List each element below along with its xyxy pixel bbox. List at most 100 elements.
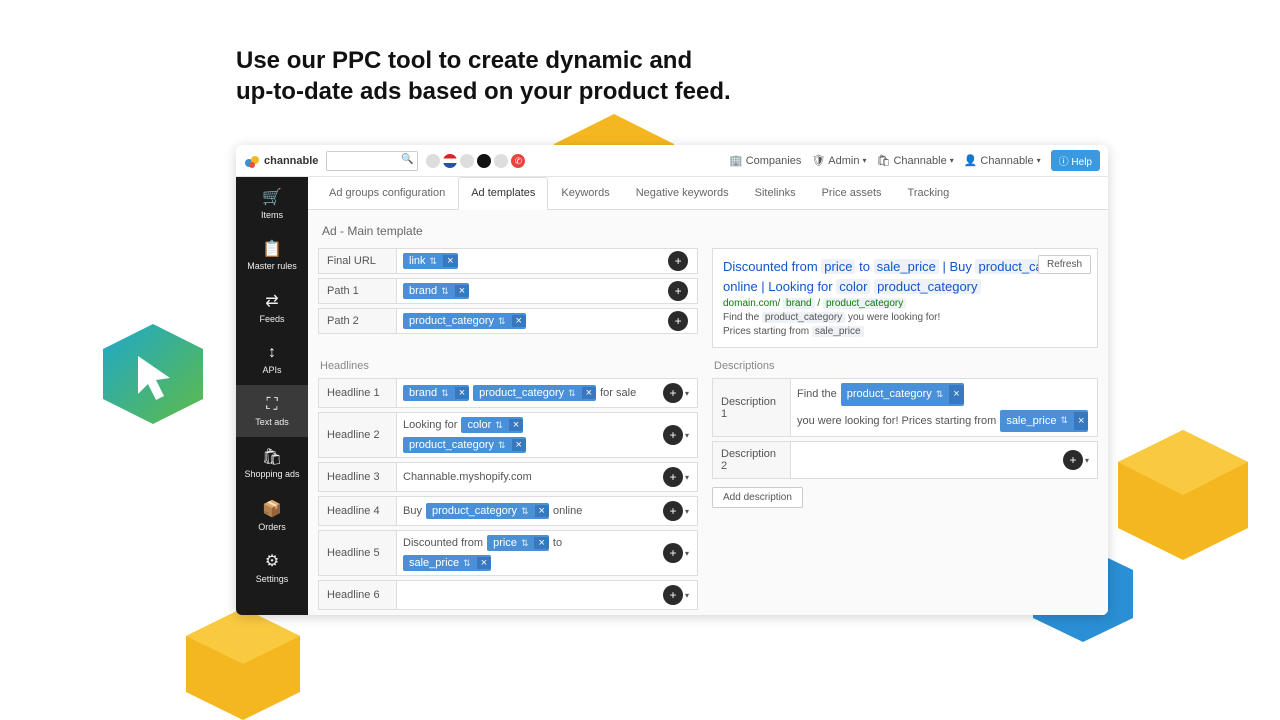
- row-final-url: Final URL link⇅× +: [318, 248, 698, 274]
- app-window: channable 🔍 ✆ 🏢 Companies 🛡 Admin ▾ 🛍 Ch…: [236, 145, 1108, 615]
- label-headline-2: Headline 2: [319, 413, 397, 457]
- close-icon[interactable]: ×: [443, 255, 457, 267]
- sidebar-item-feeds[interactable]: ⇄Feeds: [236, 281, 308, 333]
- hex-decoration-right: [1108, 430, 1258, 560]
- label-description-1: Description 1: [713, 379, 791, 436]
- preview-description: Find the product_category you were looki…: [723, 311, 1087, 339]
- add-button[interactable]: +: [668, 311, 688, 331]
- token-product-category[interactable]: product_category⇅×: [473, 385, 596, 401]
- preview-title: Discounted from price to sale_price | Bu…: [723, 257, 1087, 296]
- nav-companies[interactable]: 🏢 Companies: [729, 154, 801, 167]
- gear-icon: ⚙: [265, 551, 279, 571]
- token-product-category[interactable]: product_category⇅×: [841, 383, 964, 406]
- label-path2: Path 2: [319, 309, 397, 333]
- row-headline-3: Headline 3 Channable.myshopify.com +▾: [318, 462, 698, 492]
- row-description-2: Description 2 +▾: [712, 441, 1098, 479]
- tab-tracking[interactable]: Tracking: [895, 177, 963, 209]
- chevron-down-icon[interactable]: ▾: [685, 549, 689, 558]
- sidebar-item-items[interactable]: 🛒Items: [236, 177, 308, 229]
- chevron-down-icon[interactable]: ▾: [685, 389, 689, 398]
- tab-sitelinks[interactable]: Sitelinks: [742, 177, 809, 209]
- status-dots: ✆: [426, 154, 525, 168]
- tab-ad-templates[interactable]: Ad templates: [458, 177, 548, 210]
- sidebar-item-apis[interactable]: ↕APIs: [236, 333, 308, 385]
- chevron-down-icon[interactable]: ▾: [685, 473, 689, 482]
- label-path1: Path 1: [319, 279, 397, 303]
- token-brand[interactable]: brand⇅×: [403, 385, 469, 401]
- brand-text: channable: [264, 155, 318, 167]
- add-description-button[interactable]: Add description: [712, 487, 803, 508]
- tab-negative-keywords[interactable]: Negative keywords: [623, 177, 742, 209]
- box-icon: 📦: [262, 499, 282, 519]
- bag-icon: 🛍: [262, 447, 282, 467]
- add-button[interactable]: +: [663, 425, 683, 445]
- search-input[interactable]: 🔍: [326, 151, 418, 171]
- sidebar-item-settings[interactable]: ⚙Settings: [236, 541, 308, 593]
- tab-ad-groups[interactable]: Ad groups configuration: [316, 177, 458, 209]
- close-icon[interactable]: ×: [512, 315, 526, 327]
- label-headline-3: Headline 3: [319, 463, 397, 491]
- arrows-icon: ↕: [268, 344, 276, 362]
- row-path1: Path 1 brand⇅× +: [318, 278, 698, 304]
- sliders-icon: ⇄: [265, 291, 278, 311]
- nav-channable-1[interactable]: 🛍 Channable ▾: [877, 154, 954, 167]
- add-button[interactable]: +: [663, 383, 683, 403]
- headlines-label: Headlines: [320, 360, 698, 372]
- token-product-category[interactable]: product_category⇅×: [403, 437, 526, 453]
- row-headline-2: Headline 2 Looking forcolor⇅×product_cat…: [318, 412, 698, 458]
- label-final-url: Final URL: [319, 249, 397, 273]
- token-link[interactable]: link⇅×: [403, 253, 458, 269]
- clipboard-icon: 📋: [262, 239, 282, 259]
- add-button[interactable]: +: [1063, 450, 1083, 470]
- help-button[interactable]: ⓘ Help: [1051, 150, 1100, 171]
- sidebar-item-shopping-ads[interactable]: 🛍Shopping ads: [236, 437, 308, 489]
- ad-preview: Refresh Discounted from price to sale_pr…: [712, 248, 1098, 348]
- sidebar-item-text-ads[interactable]: ⛶Text ads: [236, 385, 308, 437]
- nav-channable-2[interactable]: 👤 Channable ▾: [964, 154, 1041, 167]
- add-button[interactable]: +: [663, 501, 683, 521]
- tab-price-assets[interactable]: Price assets: [809, 177, 895, 209]
- sidebar-item-master-rules[interactable]: 📋Master rules: [236, 229, 308, 281]
- add-button[interactable]: +: [663, 467, 683, 487]
- chevron-down-icon[interactable]: ▾: [685, 591, 689, 600]
- token-brand[interactable]: brand⇅×: [403, 283, 469, 299]
- row-path2: Path 2 product_category⇅× +: [318, 308, 698, 334]
- token-sale-price[interactable]: sale_price⇅×: [403, 555, 491, 571]
- hex-decoration-bottom: [178, 608, 308, 720]
- token-product-category[interactable]: product_category⇅×: [426, 503, 549, 519]
- hex-cursor-decoration: [98, 324, 208, 424]
- token-price[interactable]: price⇅×: [487, 535, 549, 551]
- label-description-2: Description 2: [713, 442, 791, 478]
- token-sale-price[interactable]: sale_price⇅×: [1000, 410, 1088, 433]
- tab-keywords[interactable]: Keywords: [548, 177, 622, 209]
- add-button[interactable]: +: [668, 281, 688, 301]
- label-headline-4: Headline 4: [319, 497, 397, 525]
- token-color[interactable]: color⇅×: [461, 417, 523, 433]
- frame-icon: ⛶: [266, 396, 277, 414]
- add-button[interactable]: +: [663, 543, 683, 563]
- label-headline-1: Headline 1: [319, 379, 397, 407]
- preview-url: domain.com/ brand / product_category: [723, 298, 1087, 309]
- logo-icon: [244, 153, 260, 169]
- chevron-down-icon[interactable]: ▾: [685, 507, 689, 516]
- nav-admin[interactable]: 🛡 Admin ▾: [811, 154, 866, 167]
- row-description-1: Description 1 Find theproduct_category⇅×…: [712, 378, 1098, 437]
- add-button[interactable]: +: [668, 251, 688, 271]
- phone-icon[interactable]: ✆: [511, 154, 525, 168]
- refresh-button[interactable]: Refresh: [1038, 255, 1091, 274]
- row-headline-6: Headline 6 +▾: [318, 580, 698, 610]
- token-product-category[interactable]: product_category⇅×: [403, 313, 526, 329]
- tab-bar: Ad groups configuration Ad templates Key…: [308, 177, 1108, 210]
- row-headline-5: Headline 5 Discounted fromprice⇅×tosale_…: [318, 530, 698, 576]
- section-title: Ad - Main template: [322, 224, 1098, 238]
- chevron-down-icon[interactable]: ▾: [685, 431, 689, 440]
- brand-logo[interactable]: channable: [244, 153, 318, 169]
- row-headline-1: Headline 1 brand⇅×product_category⇅×for …: [318, 378, 698, 408]
- sidebar-item-orders[interactable]: 📦Orders: [236, 489, 308, 541]
- search-icon: 🔍: [401, 154, 413, 165]
- label-headline-6: Headline 6: [319, 581, 397, 609]
- add-button[interactable]: +: [663, 585, 683, 605]
- chevron-down-icon[interactable]: ▾: [1085, 456, 1089, 465]
- label-headline-5: Headline 5: [319, 531, 397, 575]
- close-icon[interactable]: ×: [455, 285, 469, 297]
